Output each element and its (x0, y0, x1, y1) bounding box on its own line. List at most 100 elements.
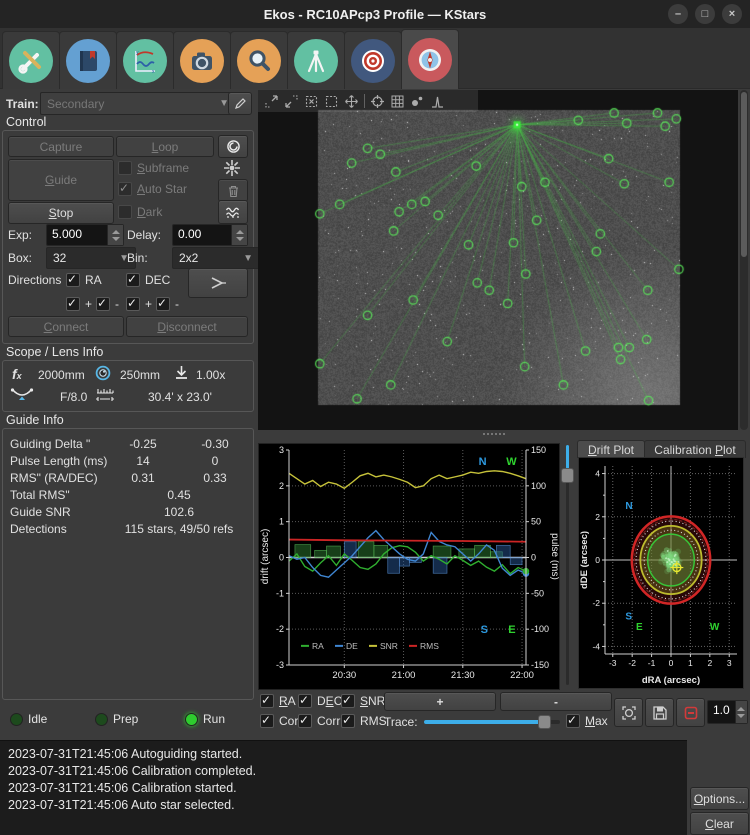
prep-status-dot (95, 713, 108, 726)
svg-text:S: S (481, 624, 488, 636)
dec-plus-checkbox[interactable]: + (126, 297, 152, 311)
svg-text:0: 0 (531, 553, 536, 563)
minimize-button[interactable]: – (668, 4, 688, 24)
zoom-in-icon[interactable] (264, 94, 279, 109)
focal-length-icon: fx (12, 366, 22, 382)
autostar-checkbox[interactable]: Auto Star (118, 182, 187, 196)
svg-text:0: 0 (279, 553, 284, 563)
trash-icon (227, 184, 240, 198)
rms-plot-checkbox[interactable]: RMS (341, 714, 387, 728)
tab-drift-plot[interactable]: Drift Plot (577, 440, 645, 458)
tab-analyze[interactable]: yx (116, 31, 174, 89)
tab-align[interactable] (344, 31, 402, 89)
grid-icon[interactable] (390, 94, 405, 109)
clear-calibration-button[interactable] (218, 179, 248, 202)
svg-text:1: 1 (688, 658, 693, 668)
tab-scheduler[interactable] (59, 31, 117, 89)
tab-guide[interactable] (401, 29, 459, 89)
capture-toggle-button[interactable] (218, 135, 248, 158)
ra-plus-checkbox[interactable]: + (66, 297, 92, 311)
slider-handle[interactable] (538, 715, 551, 729)
export-data-button[interactable] (645, 698, 674, 727)
stat-label: Pulse Length (ms) (10, 454, 107, 468)
maximize-button[interactable]: □ (695, 4, 715, 24)
svg-text:dDE (arcsec): dDE (arcsec) (579, 531, 590, 589)
starfield-image[interactable] (258, 90, 738, 430)
svg-text:x: x (152, 69, 155, 75)
close-button[interactable]: × (722, 4, 742, 24)
zoom-out-icon[interactable] (284, 94, 299, 109)
capture-button[interactable]: Capture (8, 136, 114, 157)
svg-text:-1: -1 (276, 588, 284, 598)
loop-button[interactable]: Loop (116, 136, 214, 157)
dark-checkbox[interactable]: Dark (118, 205, 162, 219)
focal-ratio-value: F/8.0 (60, 390, 87, 404)
ra-minus-checkbox[interactable]: - (96, 297, 119, 311)
svg-text:RMS: RMS (420, 641, 439, 651)
horizontal-splitter[interactable] (483, 433, 505, 435)
tab-setup[interactable] (2, 31, 60, 89)
guide-drift-graph[interactable]: NWSERADESNRRMS-3-2-10123-150-100-5005010… (258, 443, 560, 690)
crosshair-icon[interactable] (370, 94, 385, 109)
clear-log-button[interactable]: Clear (690, 812, 749, 835)
ra-plot-checkbox[interactable]: RA (260, 694, 296, 708)
zoom-actual-icon[interactable] (324, 94, 339, 109)
svg-text:-50: -50 (531, 588, 544, 598)
tab-mount[interactable] (287, 31, 345, 89)
ra-corr-checkbox[interactable]: Corr (260, 714, 302, 728)
train-combobox[interactable]: Secondary▼ (40, 92, 236, 115)
toolbar-separator (364, 94, 365, 108)
zoom-out-x-button[interactable]: - (500, 692, 612, 711)
fits-viewport[interactable] (258, 90, 738, 430)
stat-ra-value: 14 (112, 454, 174, 468)
bin-combobox[interactable]: 2x2▼ (172, 247, 260, 269)
connect-button[interactable]: Connect (8, 316, 124, 337)
tab-calibration-plot[interactable]: Calibration Plot (644, 440, 746, 458)
autoscale-graphs-button[interactable] (614, 698, 643, 727)
exposure-spinbox[interactable]: 5.000 (46, 224, 124, 246)
scale-spinbox[interactable]: 1.0 (707, 700, 748, 724)
options-button[interactable]: Options... (690, 787, 749, 810)
guide-button[interactable]: Guide (8, 159, 114, 201)
pan-icon[interactable] (344, 94, 359, 109)
reducer-value: 1.00x (196, 368, 225, 382)
bin-label: Bin: (127, 251, 148, 265)
zoom-in-x-button[interactable]: + (384, 692, 496, 711)
guide-left-panel: Train: Secondary▼ Control Capture Loop G… (0, 88, 255, 737)
disconnect-button[interactable]: Disconnect (126, 316, 248, 337)
star-profile-icon[interactable] (430, 94, 445, 109)
box-combobox[interactable]: 32▼ (46, 247, 136, 269)
focal-ratio-icon (10, 387, 34, 408)
trace-slider[interactable] (424, 714, 560, 730)
scope-info-title: Scope / Lens Info (6, 345, 103, 359)
slider-handle[interactable] (561, 468, 574, 483)
fits-vertical-scrollbar[interactable] (740, 90, 748, 430)
subframe-checkbox[interactable]: Subframe (118, 161, 189, 175)
stop-button[interactable]: Stop (8, 202, 114, 224)
detect-stars-icon[interactable] (410, 94, 425, 109)
log-view[interactable]: 2023-07-31T21:45:06 Autoguiding started.… (0, 740, 687, 835)
log-line: 2023-07-31T21:45:06 Calibration complete… (8, 763, 679, 780)
snr-plot-checkbox[interactable]: SNR (341, 694, 385, 708)
dec-plot-checkbox[interactable]: DEC (298, 694, 342, 708)
dec-corr-checkbox[interactable]: Corr (298, 714, 340, 728)
ra-direction-checkbox[interactable]: RA (66, 273, 102, 287)
manual-pulse-button[interactable] (188, 268, 248, 298)
tab-capture[interactable] (173, 31, 231, 89)
tab-focus[interactable] (230, 31, 288, 89)
max-checkbox[interactable]: Max (566, 714, 608, 728)
zoom-fit-icon[interactable] (304, 94, 319, 109)
svg-text:-150: -150 (531, 660, 549, 670)
train-edit-button[interactable] (228, 92, 252, 115)
dec-minus-checkbox[interactable]: - (156, 297, 179, 311)
svg-text:50: 50 (531, 517, 541, 527)
dec-direction-checkbox[interactable]: DEC (126, 273, 170, 287)
scheduler-book-icon (66, 39, 110, 83)
svg-text:pulse (ms): pulse (ms) (549, 533, 560, 580)
clear-graphs-button[interactable] (676, 698, 705, 727)
guide-graph-button[interactable] (218, 200, 248, 224)
drift-scatter-plot[interactable]: NSEW-3-2-10123-4-2024dRA (arcsec)dDE (ar… (578, 457, 744, 689)
exp-label: Exp: (8, 228, 32, 242)
delay-spinbox[interactable]: 0.00 (172, 224, 248, 246)
drift-zoom-slider[interactable] (561, 443, 574, 688)
